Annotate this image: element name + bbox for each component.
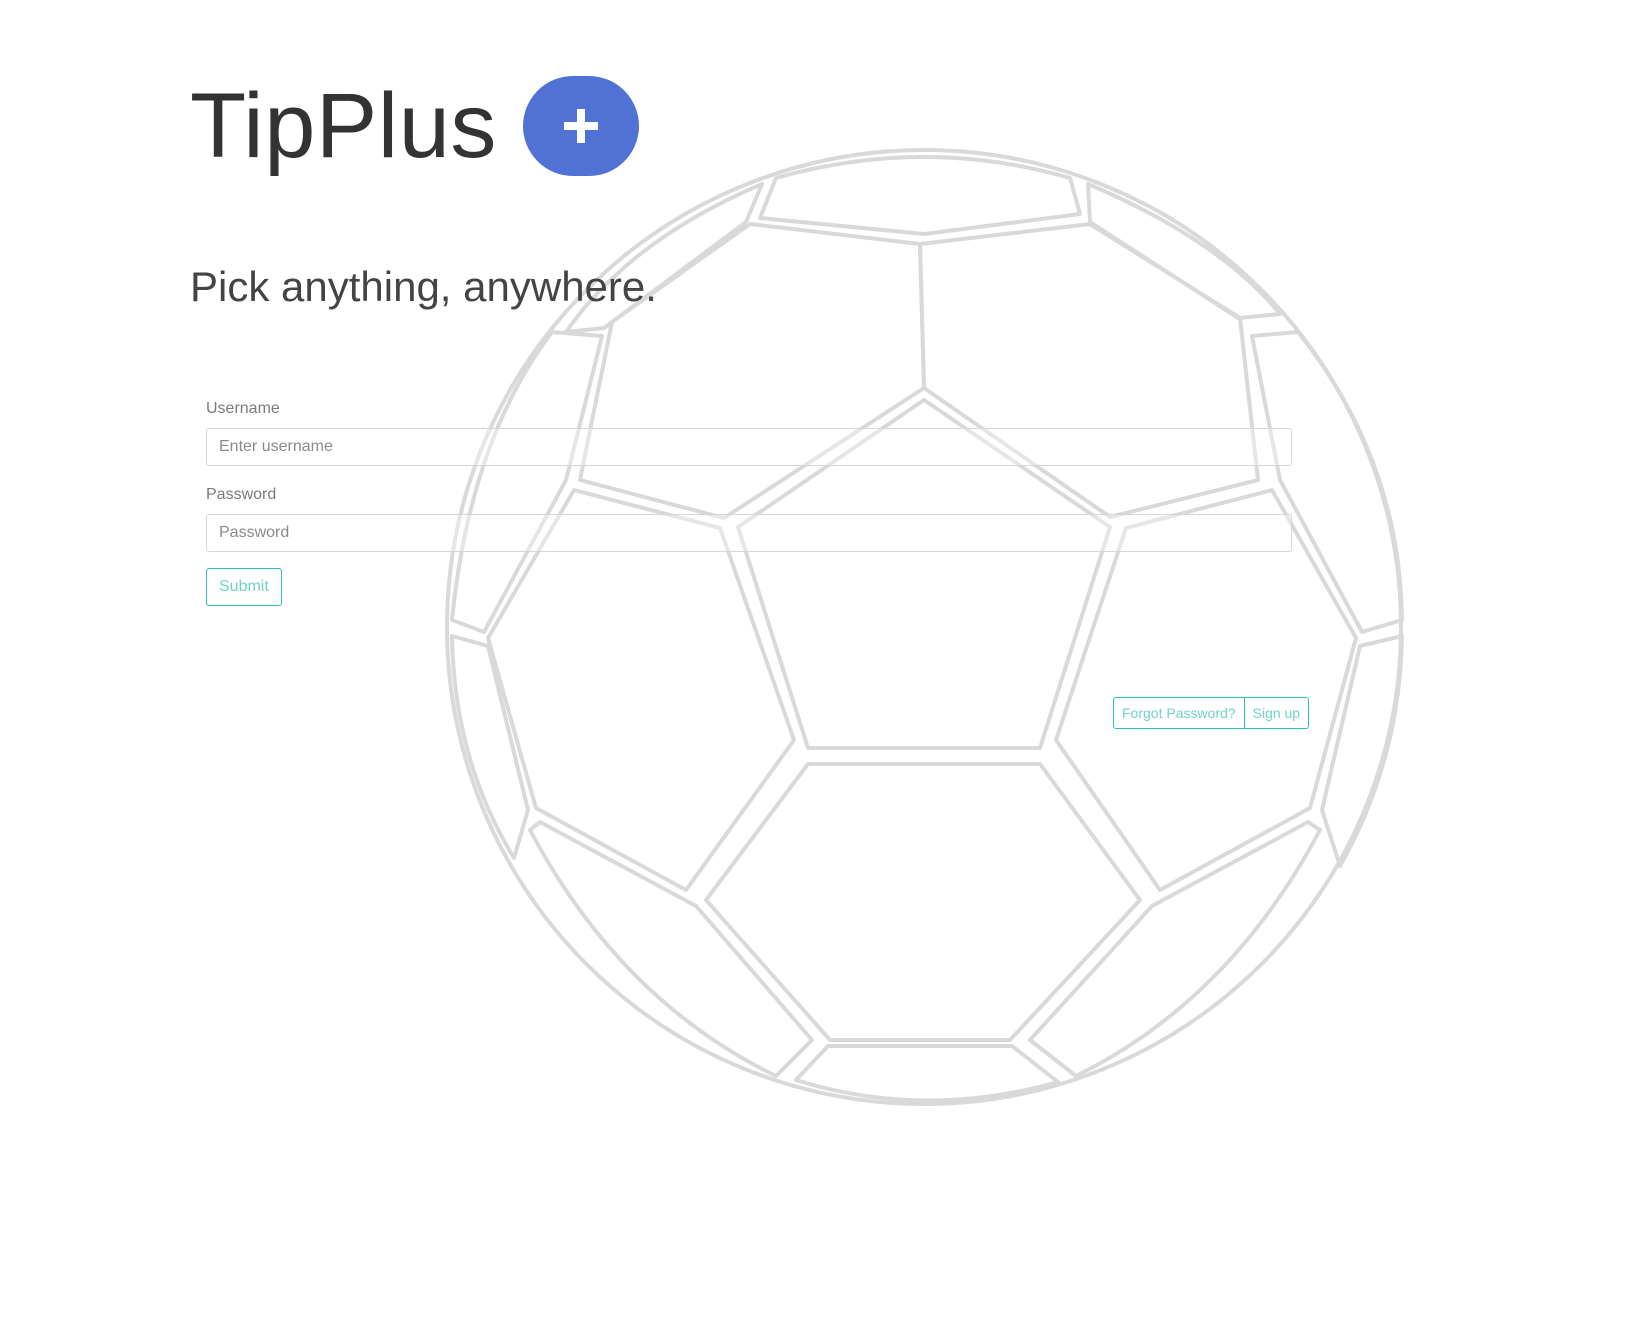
- password-input[interactable]: [206, 514, 1292, 552]
- username-group: Username: [206, 400, 1292, 466]
- forgot-password-button[interactable]: Forgot Password?: [1113, 697, 1245, 729]
- soccer-ball-icon: [445, 148, 1404, 1106]
- submit-button[interactable]: Submit: [206, 568, 282, 606]
- brand-header: TipPlus: [190, 76, 639, 176]
- login-form: Username Password Submit: [206, 400, 1292, 606]
- page-tagline: Pick anything, anywhere.: [190, 263, 657, 310]
- sign-up-button[interactable]: Sign up: [1244, 697, 1310, 729]
- plus-icon: [563, 109, 598, 143]
- brand-name: TipPlus: [190, 75, 497, 177]
- password-group: Password: [206, 486, 1292, 552]
- password-label: Password: [206, 486, 277, 503]
- username-input[interactable]: [206, 428, 1292, 466]
- account-links: Forgot Password? Sign up: [1113, 697, 1310, 729]
- username-label: Username: [206, 400, 280, 417]
- brand-badge: [522, 76, 639, 176]
